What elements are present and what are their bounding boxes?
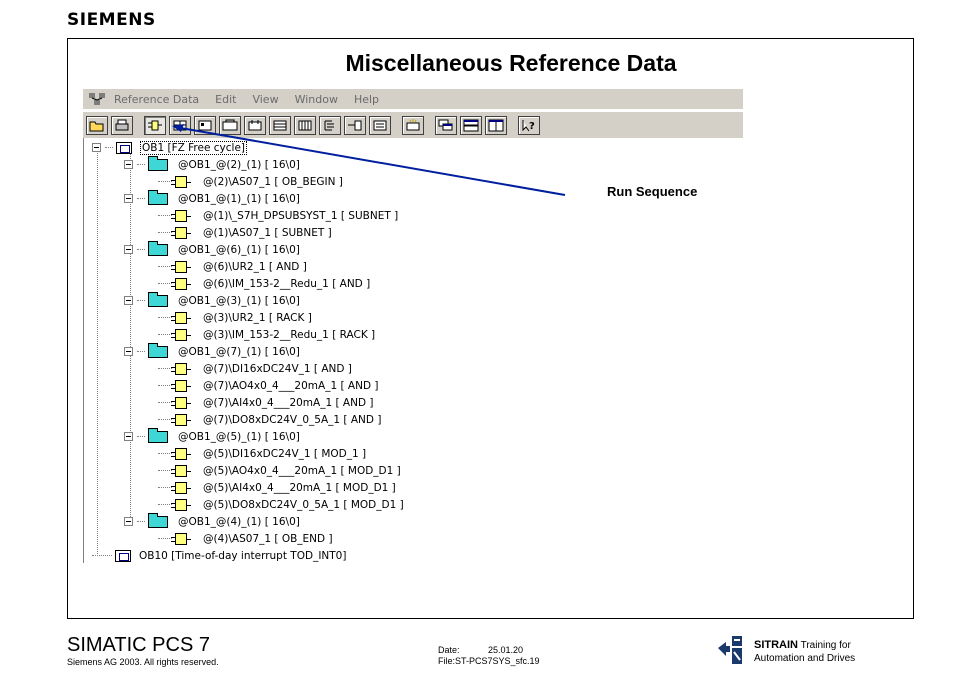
footer-brand: SITRAIN Training for xyxy=(754,639,851,651)
footer-brand-line2: Automation and Drives xyxy=(754,653,856,664)
run-sequence-arrow xyxy=(172,124,566,196)
footer-date-label: Date: xyxy=(438,645,460,655)
run-sequence-callout: Run Sequence xyxy=(607,184,698,199)
footer-date-value: 25.01.20 xyxy=(488,645,524,655)
sitrain-logo-icon xyxy=(716,634,746,666)
footer-product: SIMATIC PCS 7 xyxy=(67,634,210,656)
footer-copyright: Siemens AG 2003. All rights reserved. xyxy=(67,657,219,667)
footer-file: File:ST-PCS7SYS_sfc.19 xyxy=(438,656,540,666)
